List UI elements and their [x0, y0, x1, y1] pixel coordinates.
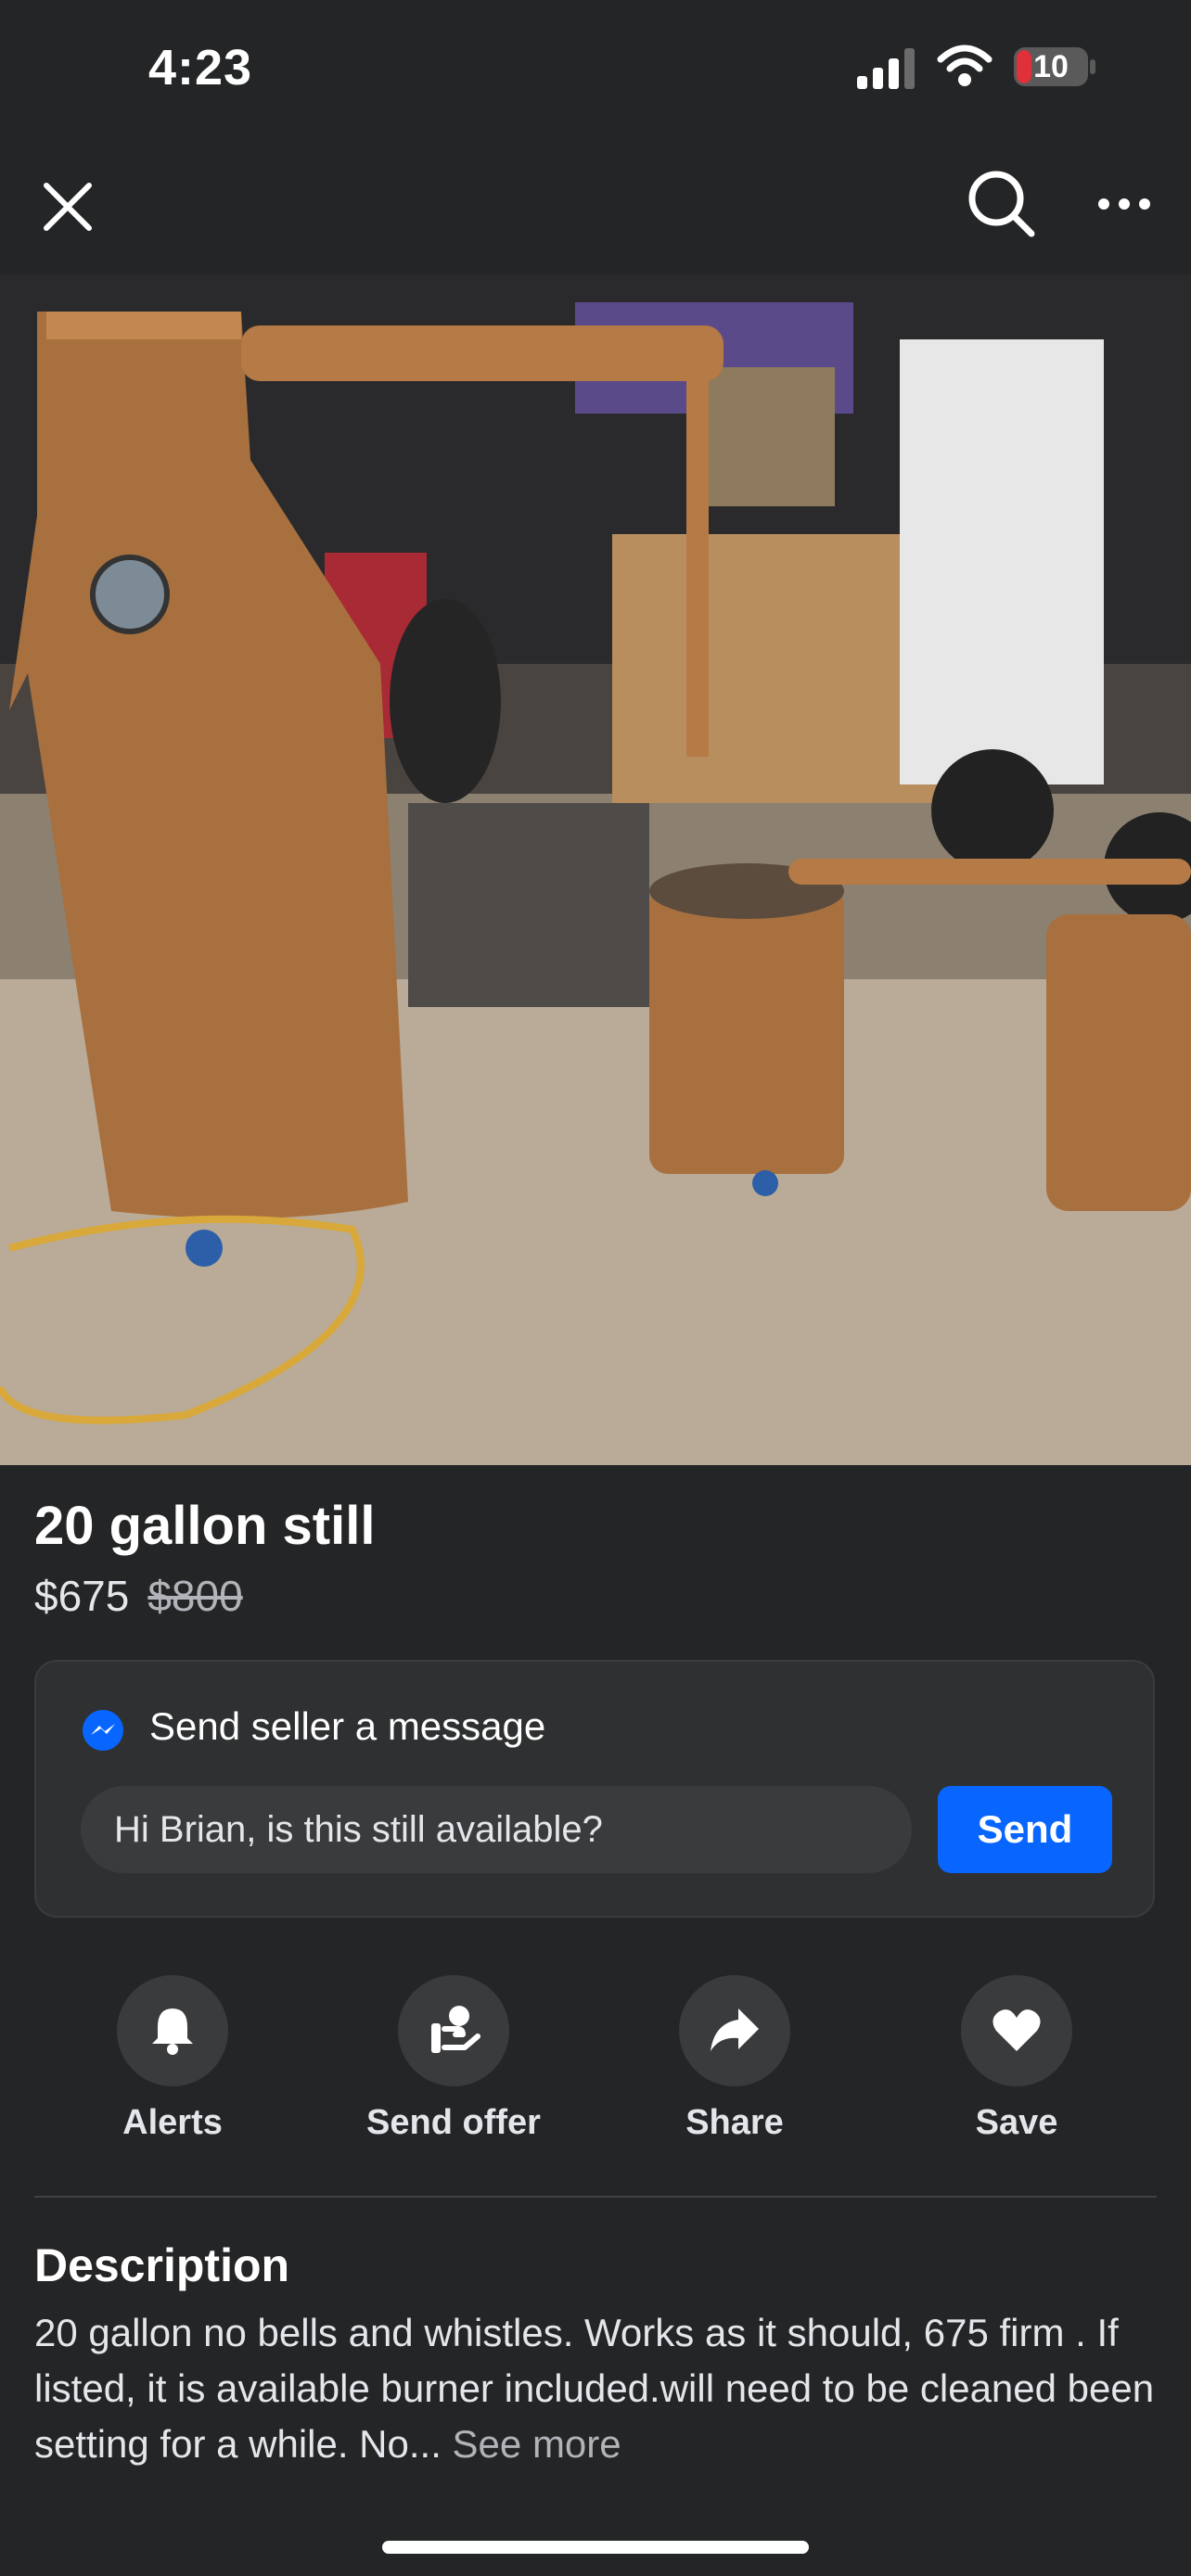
cellular-signal-icon: [857, 48, 915, 89]
send-offer-circle[interactable]: [398, 1975, 509, 2086]
heart-icon: [992, 2009, 1041, 2051]
share-button[interactable]: Share: [633, 1975, 837, 2143]
battery-level: 10: [1033, 48, 1069, 84]
status-bar: 4:23 10: [0, 0, 1191, 139]
share-circle[interactable]: [679, 1975, 790, 2086]
send-message-card: Send seller a message Hi Brian, is this …: [34, 1660, 1155, 1918]
send-offer-button[interactable]: Send offer: [352, 1975, 556, 2143]
send-offer-icon: [431, 2006, 480, 2053]
listing-price: $675: [34, 1572, 130, 1620]
search-icon[interactable]: [965, 167, 1039, 241]
description-heading: Description: [34, 2239, 290, 2291]
listing-photo[interactable]: [0, 274, 1191, 1465]
send-offer-label: Send offer: [366, 2103, 541, 2142]
alerts-button[interactable]: Alerts: [70, 1975, 275, 2143]
share-label: Share: [685, 2103, 784, 2142]
see-more-link[interactable]: See more: [453, 2422, 621, 2466]
more-icon[interactable]: [1095, 185, 1154, 223]
share-arrow-icon: [711, 2009, 759, 2051]
messenger-icon: [83, 1710, 123, 1751]
close-icon[interactable]: [37, 176, 98, 237]
home-indicator: [382, 2541, 809, 2554]
message-heading: Send seller a message: [149, 1704, 546, 1748]
top-bar: [0, 139, 1191, 274]
save-circle[interactable]: [961, 1975, 1072, 2086]
message-input[interactable]: Hi Brian, is this still available?: [81, 1786, 912, 1873]
listing-title: 20 gallon still: [34, 1496, 376, 1556]
status-time: 4:23: [148, 40, 253, 96]
description-text: 20 gallon no bells and whistles. Works a…: [34, 2305, 1157, 2472]
save-button[interactable]: Save: [915, 1975, 1119, 2143]
price-row: $675 $800: [34, 1571, 243, 1621]
battery-indicator: 10: [1013, 46, 1096, 87]
save-label: Save: [975, 2103, 1058, 2142]
alerts-circle[interactable]: [117, 1975, 228, 2086]
original-price: $800: [147, 1572, 243, 1620]
send-button[interactable]: Send: [938, 1786, 1112, 1873]
bell-icon: [152, 2009, 193, 2055]
wifi-icon: [937, 45, 992, 86]
divider: [34, 2196, 1157, 2198]
alerts-label: Alerts: [122, 2103, 223, 2142]
